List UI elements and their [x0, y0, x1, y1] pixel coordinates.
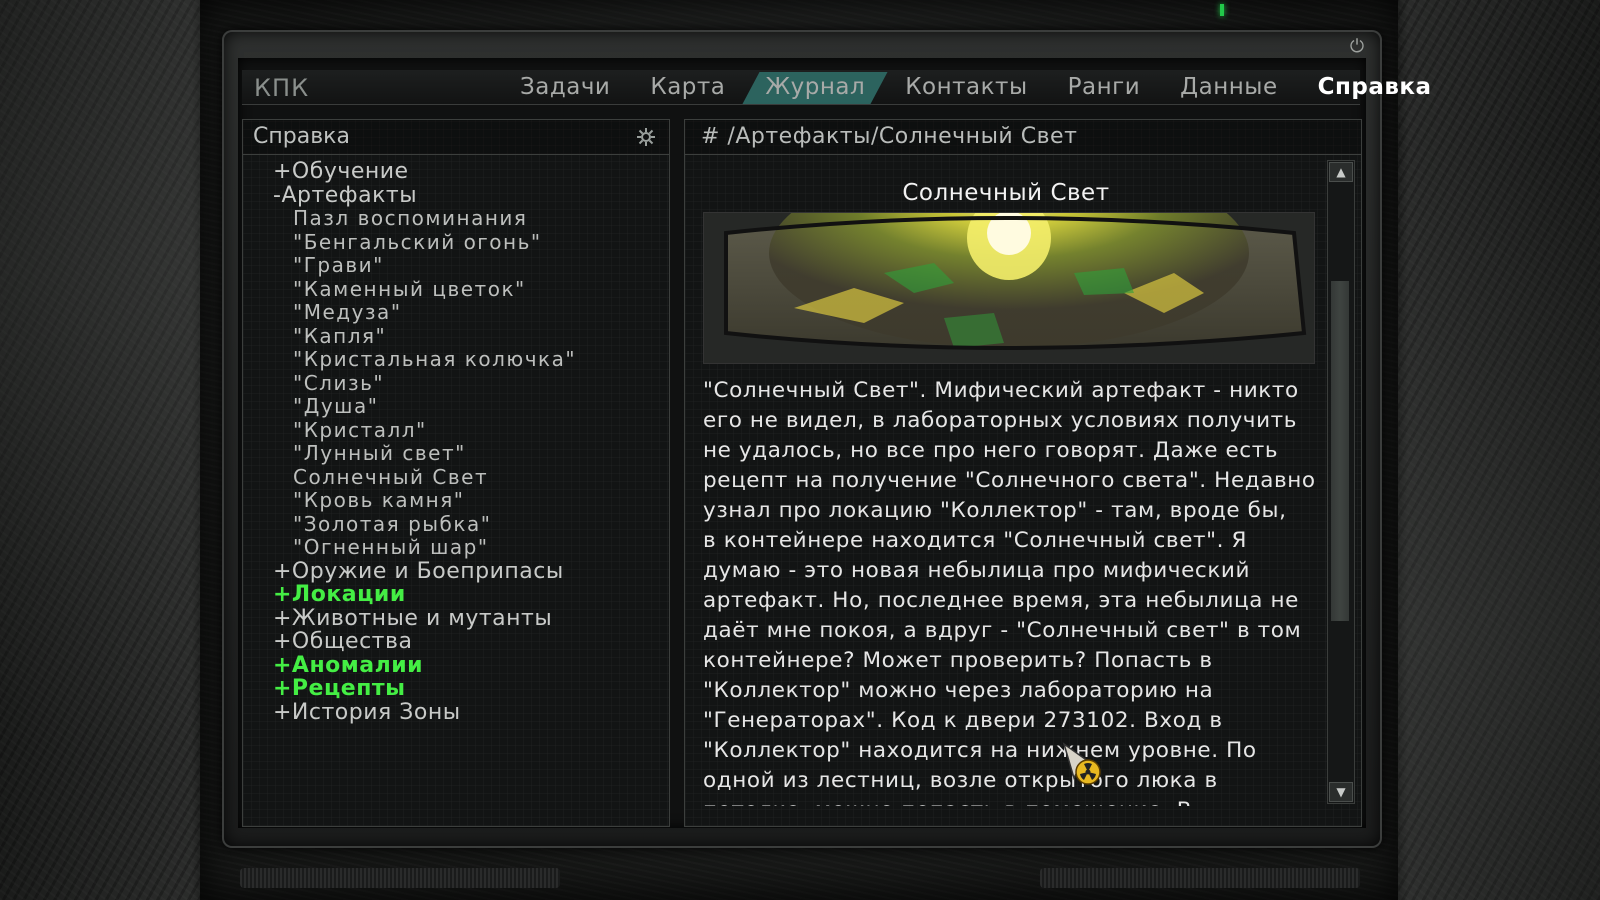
tab-label: Задачи — [520, 74, 611, 100]
tree-category-item[interactable]: +Локации — [273, 583, 576, 607]
article-line: узнал про локацию "Коллектор" - там, вро… — [703, 498, 1287, 523]
article-line: рецепт на получение "Солнечного света". … — [703, 468, 1316, 493]
tab-4[interactable]: Ранги — [1048, 70, 1161, 104]
tab-3[interactable]: Контакты — [885, 70, 1047, 104]
article-line: "Генераторах". Код к двери 273102. Вход … — [703, 708, 1223, 733]
article-line: одной из лестниц, возле открытого люка в — [703, 768, 1218, 793]
tab-label: Журнал — [765, 74, 866, 100]
scrollbar-thumb[interactable] — [1331, 281, 1349, 621]
help-tree-header: Справка — [243, 120, 669, 155]
article-line: не удалось, но все про него говорят. Даж… — [703, 438, 1279, 463]
tree-leaf-item[interactable]: "Капля" — [273, 324, 576, 349]
tree-category-item[interactable]: +История Зоны — [273, 700, 576, 725]
tab-2[interactable]: Журнал — [745, 70, 885, 104]
tree-leaf-item[interactable]: "Медуза" — [273, 300, 576, 325]
article-line: "Коллектор" находится на нижнем уровне. … — [703, 738, 1257, 763]
tab-0[interactable]: Задачи — [500, 70, 630, 104]
tree-category-item[interactable]: +Общества — [273, 630, 576, 654]
app-title: КПК — [254, 74, 310, 102]
article-line: его не видел, в лабораторных условиях по… — [703, 408, 1298, 433]
tree-leaf-item[interactable]: "Душа" — [273, 394, 576, 419]
tree-category-item[interactable]: +Рецепты — [273, 677, 576, 701]
article-line: контейнере? Может проверить? Попасть в — [703, 648, 1213, 673]
artifact-illustration — [704, 213, 1314, 363]
tree-category-item[interactable]: +Животные и мутанты — [273, 606, 576, 631]
tab-label: Контакты — [905, 74, 1028, 100]
article-panel: # /Артефакты/Солнечный Свет Солнечный Св… — [684, 119, 1362, 827]
tree-leaf-item[interactable]: "Слизь" — [273, 371, 576, 396]
vent-grille-left — [240, 868, 560, 888]
vent-grille-right — [1040, 868, 1360, 888]
tree-category-item[interactable]: +Оружие и Боеприпасы — [273, 559, 576, 584]
help-tree-panel: Справка +Обучение -Артефакты Пазл воспомин… — [242, 119, 670, 827]
tab-5[interactable]: Данные — [1160, 70, 1297, 104]
tab-label: Карта — [650, 74, 726, 100]
tree-category-item[interactable]: +Аномалии — [273, 653, 576, 678]
tree-leaf-item[interactable]: "Лунный свет" — [273, 441, 576, 466]
tree-leaf-item[interactable]: Пазл воспоминания — [273, 206, 576, 231]
article-line: потолке, можно попасть в помещение. В — [703, 796, 1303, 806]
artifact-image — [703, 212, 1315, 364]
article-line: думаю - это новая небылица про мифически… — [703, 558, 1251, 583]
tree-leaf-item[interactable]: "Кристальная колючка" — [273, 347, 576, 372]
status-led — [1220, 4, 1224, 16]
tree-leaf-item[interactable]: "Кровь камня" — [273, 488, 576, 513]
tab-label: Справка — [1317, 74, 1432, 100]
tree-leaf-item[interactable]: "Грави" — [273, 253, 576, 278]
article-body: "Солнечный Свет". Мифический артефакт - … — [703, 376, 1316, 806]
tree-leaf-item[interactable]: "Кристалл" — [273, 418, 576, 443]
tabs: Задачи Карта Журнал Контакты Ранги Данные Спра… — [500, 70, 1452, 104]
article-line: даёт мне покоя, а вдруг - "Солнечный све… — [703, 618, 1302, 643]
article-line: артефакт. Но, последнее время, эта небыл… — [703, 588, 1299, 613]
article-content: Солнечный Свет "Солнечный Свет". Мифичес… — [685, 156, 1327, 806]
article-path: # /Артефакты/Солнечный Свет — [701, 124, 1078, 149]
article-line: "Солнечный Свет". Мифический артефакт - … — [703, 378, 1299, 403]
tab-6[interactable]: Справка — [1298, 70, 1452, 104]
help-tree-title: Справка — [253, 124, 350, 149]
article-title: Солнечный Свет — [902, 180, 1110, 206]
power-icon[interactable]: ⏻ — [1346, 36, 1368, 58]
tree-leaf-item[interactable]: Солнечный Свет — [273, 465, 576, 490]
tree-leaf-item[interactable]: "Каменный цветок" — [273, 277, 576, 302]
arrow-down-icon[interactable]: ▼ — [1329, 782, 1353, 802]
radiation-cursor-icon — [1062, 742, 1101, 785]
help-tree: +Обучение -Артефакты Пазл воспоминания "Бен… — [273, 160, 576, 724]
tab-label: Ранги — [1067, 74, 1141, 100]
article-line: "Коллектор" можно через лабораторию на — [703, 678, 1214, 703]
tab-label: Данные — [1180, 74, 1278, 100]
tree-category-item[interactable]: +Обучение — [273, 160, 576, 184]
tree-leaf-item[interactable]: "Бенгальский огонь" — [273, 230, 576, 255]
article-scrollbar[interactable]: ▲ ▼ — [1327, 160, 1355, 804]
settings-gear-icon[interactable] — [635, 126, 657, 148]
article-header: # /Артефакты/Солнечный Свет — [685, 120, 1361, 155]
tree-category-item[interactable]: -Артефакты — [273, 183, 576, 208]
arrow-up-icon[interactable]: ▲ — [1329, 162, 1353, 182]
tree-leaf-item[interactable]: "Огненный шар" — [273, 535, 576, 560]
tab-1[interactable]: Карта — [630, 70, 745, 104]
tree-leaf-item[interactable]: "Золотая рыбка" — [273, 512, 576, 537]
article-line: в контейнере находится "Солнечный свет".… — [703, 528, 1248, 553]
